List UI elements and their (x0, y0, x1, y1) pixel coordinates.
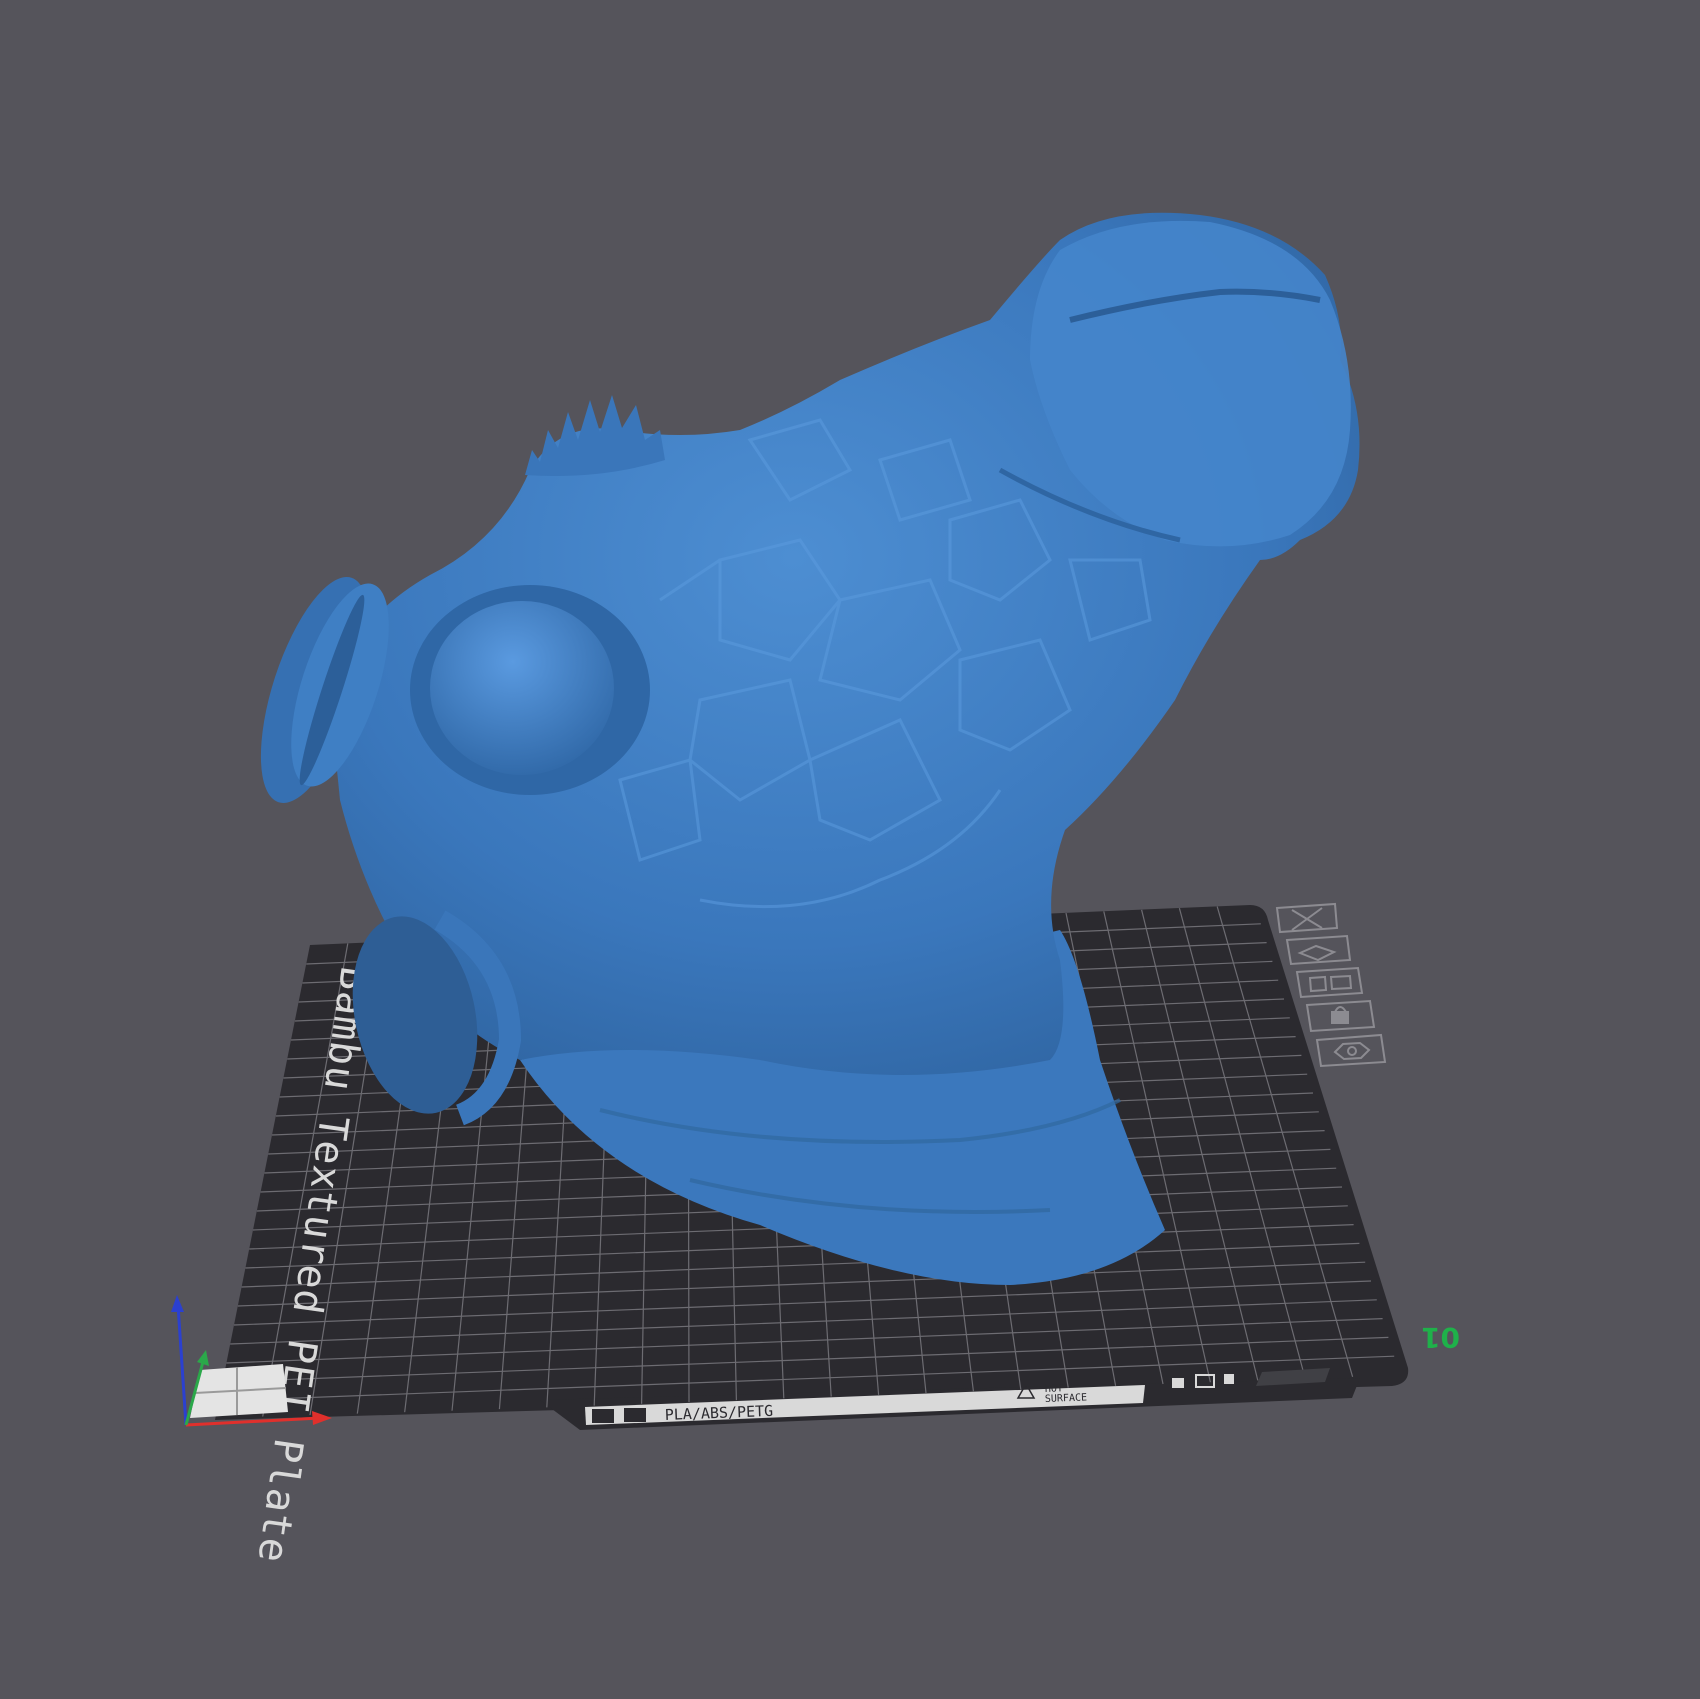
origin-corner-marker (190, 1364, 288, 1418)
3d-viewport[interactable]: Bambu Textured PEI Plate PLA/ABS/PETG HO… (0, 0, 1700, 1699)
warning-label-line2: SURFACE (1045, 1392, 1088, 1405)
lock-icon[interactable] (1305, 999, 1376, 1033)
model-eyeball (430, 601, 614, 775)
plate-settings-icon[interactable] (1315, 1033, 1387, 1068)
close-plate-icon[interactable] (1275, 902, 1339, 934)
z-axis-arrow (171, 1295, 184, 1312)
auto-orient-icon[interactable] (1285, 934, 1352, 966)
z-axis (176, 1304, 188, 1426)
plate-number: 01 (1421, 1321, 1460, 1354)
scene-canvas[interactable]: Bambu Textured PEI Plate PLA/ABS/PETG HO… (0, 0, 1700, 1699)
arrange-icon[interactable] (1295, 966, 1364, 999)
y-axis-arrow (197, 1350, 209, 1366)
